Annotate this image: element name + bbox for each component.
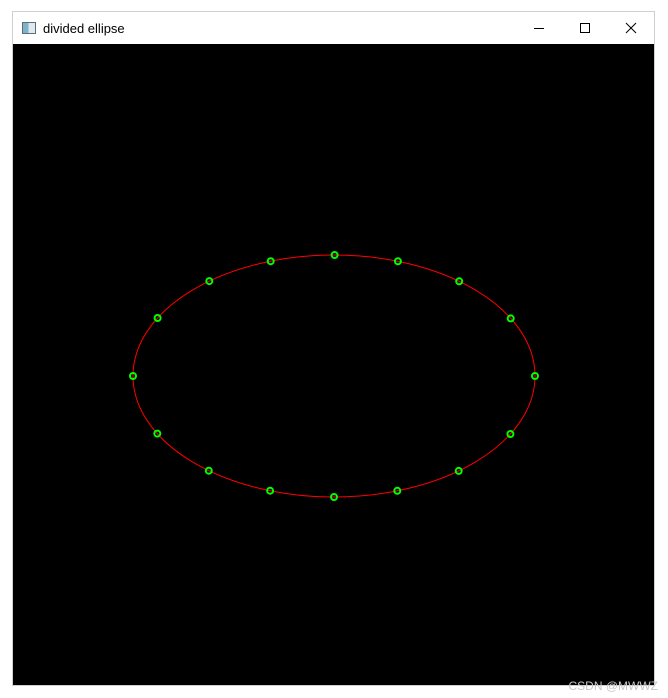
drawing-canvas <box>13 44 654 685</box>
minimize-button[interactable] <box>516 12 562 44</box>
divided-ellipse <box>132 254 536 498</box>
maximize-button[interactable] <box>562 12 608 44</box>
window-title: divided ellipse <box>43 20 125 36</box>
close-button[interactable] <box>608 12 654 44</box>
app-window: divided ellipse <box>13 12 654 685</box>
title-bar[interactable]: divided ellipse <box>13 12 654 44</box>
division-points <box>129 251 539 501</box>
app-window-icon <box>22 22 36 34</box>
close-icon <box>625 22 637 34</box>
ellipse-drawing <box>129 251 539 501</box>
minimize-icon <box>534 28 544 29</box>
watermark-text: CSDN @MWWZ <box>568 679 659 693</box>
window-controls <box>516 12 654 44</box>
maximize-icon <box>580 23 590 33</box>
